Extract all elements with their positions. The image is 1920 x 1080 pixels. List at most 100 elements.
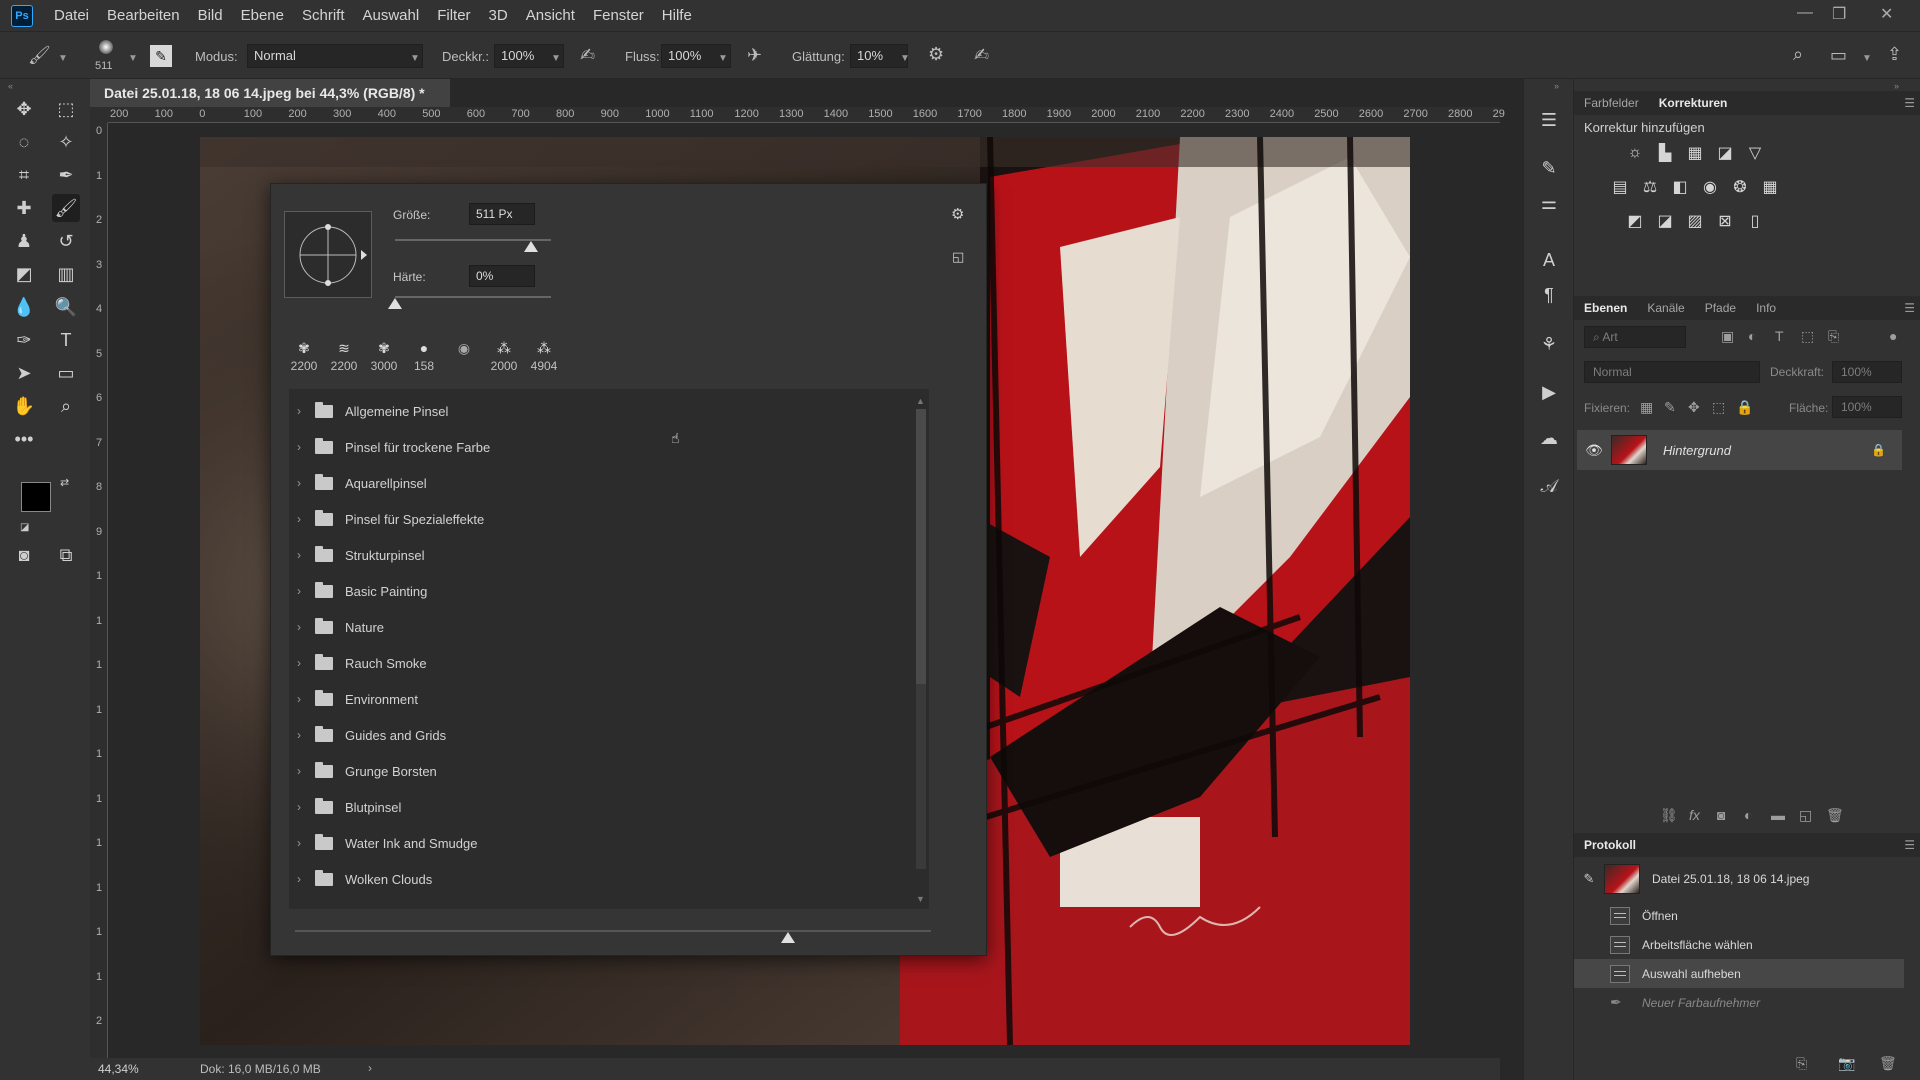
new-preset-icon[interactable]: ◱ <box>952 249 964 265</box>
layer-row-hintergrund[interactable]: 👁 Hintergrund 🔒 <box>1577 430 1902 470</box>
menu-datei[interactable]: Datei <box>45 7 98 24</box>
chevron-down-icon[interactable]: ▼ <box>718 53 728 64</box>
stamp-tool-icon[interactable]: ♟ <box>10 227 38 255</box>
filter-smart-icon[interactable]: ⎘ <box>1828 328 1839 345</box>
hardness-slider-track[interactable] <box>395 296 551 298</box>
brush-settings-icon[interactable]: ✎ <box>1536 155 1562 181</box>
chevron-right-icon[interactable]: › <box>289 584 309 598</box>
size-input[interactable]: 511 Px <box>469 203 535 225</box>
eraser-tool-icon[interactable]: ◩ <box>10 260 38 288</box>
brush-settings-toggle-icon[interactable]: ✎ <box>150 45 172 67</box>
layer-opacity-input[interactable]: 100% <box>1832 361 1902 383</box>
collapse-icon[interactable]: » <box>1554 81 1559 91</box>
tab-farbfelder[interactable]: Farbfelder <box>1574 96 1649 110</box>
blend-mode-select[interactable]: Normal <box>1584 361 1760 383</box>
pen-tool-icon[interactable]: ✑ <box>10 326 38 354</box>
brush-folder[interactable]: › Pinsel für trockene Farbe <box>289 429 909 465</box>
posterize-icon[interactable]: ◪ <box>1654 210 1676 232</box>
color-balance-icon[interactable]: ⚖ <box>1639 176 1661 198</box>
brush-folder[interactable]: › Rauch Smoke <box>289 645 909 681</box>
properties-icon[interactable]: ⚌ <box>1536 190 1562 216</box>
chevron-right-icon[interactable]: › <box>289 512 309 526</box>
hue-saturation-icon[interactable]: ▤ <box>1609 176 1631 198</box>
paragraph-icon[interactable]: ¶ <box>1536 282 1562 308</box>
quick-select-tool-icon[interactable]: ✧ <box>52 128 80 156</box>
chevron-right-icon[interactable]: › <box>289 872 309 886</box>
menu-auswahl[interactable]: Auswahl <box>354 7 429 24</box>
hand-tool-icon[interactable]: ✋ <box>10 392 38 420</box>
gear-icon[interactable]: ⚙ <box>928 44 944 65</box>
list-scrollbar[interactable] <box>916 409 926 869</box>
vibrance-icon[interactable]: ▽ <box>1744 142 1766 164</box>
restore-icon[interactable]: ❐ <box>1832 4 1846 24</box>
marquee-tool-icon[interactable]: ⬚ <box>52 95 80 123</box>
brush-folder[interactable]: › Basic Painting <box>289 573 909 609</box>
layer-filter-select[interactable]: ⌕ Art <box>1584 326 1686 348</box>
chevron-right-icon[interactable]: › <box>289 476 309 490</box>
brush-tool-icon[interactable]: 🖌 <box>28 45 51 66</box>
brush-folder[interactable]: › Guides and Grids <box>289 717 909 753</box>
collapse-icon[interactable]: « <box>8 81 13 91</box>
gear-icon[interactable]: ⚙ <box>951 205 964 223</box>
camera-icon[interactable]: 📷 <box>1838 1055 1855 1072</box>
history-snapshot[interactable]: ✎ Datei 25.01.18, 18 06 14.jpeg <box>1574 863 1904 895</box>
preview-size-slider-track[interactable] <box>295 930 931 932</box>
tab-protokoll[interactable]: Protokoll <box>1574 838 1646 852</box>
menu-fenster[interactable]: Fenster <box>584 7 653 24</box>
menu-ansicht[interactable]: Ansicht <box>517 7 584 24</box>
screen-mode-icon[interactable]: ⧉ <box>52 541 80 569</box>
brush-preview-icon[interactable] <box>99 40 113 54</box>
filter-shape-icon[interactable]: ⬚ <box>1801 328 1814 345</box>
collapse-icon[interactable]: » <box>1894 81 1899 91</box>
lock-all-icon[interactable]: 🔒 <box>1736 399 1753 416</box>
hardness-slider-thumb[interactable] <box>388 298 402 309</box>
trash-icon[interactable]: 🗑 <box>1879 1055 1897 1072</box>
share-icon[interactable]: ⇪ <box>1887 44 1902 65</box>
exposure-icon[interactable]: ◪ <box>1714 142 1736 164</box>
preset-brush[interactable]: ≋ 2200 <box>326 337 362 374</box>
trash-icon[interactable]: 🗑 <box>1826 807 1844 824</box>
rectangle-tool-icon[interactable]: ▭ <box>52 359 80 387</box>
history-item[interactable]: ✒ Neuer Farbaufnehmer <box>1574 988 1904 1017</box>
curves-icon[interactable]: ▦ <box>1684 142 1706 164</box>
tab-korrekturen[interactable]: Korrekturen <box>1649 96 1738 110</box>
dodge-tool-icon[interactable]: 🔍 <box>52 293 80 321</box>
chevron-down-icon[interactable]: ▼ <box>128 53 138 64</box>
menu-ebene[interactable]: Ebene <box>232 7 293 24</box>
history-item[interactable]: Auswahl aufheben <box>1574 959 1904 988</box>
default-colors-icon[interactable]: ◪ <box>20 522 29 533</box>
chevron-down-icon[interactable]: ▼ <box>1862 53 1872 64</box>
path-select-tool-icon[interactable]: ➤ <box>10 359 38 387</box>
close-icon[interactable]: ✕ <box>1880 4 1893 24</box>
history-item[interactable]: Öffnen <box>1574 901 1904 930</box>
menu-3d[interactable]: 3D <box>480 7 517 24</box>
lock-image-icon[interactable]: ✎ <box>1664 399 1676 416</box>
preset-brush[interactable]: ✾ 2200 <box>286 337 322 374</box>
menu-schrift[interactable]: Schrift <box>293 7 354 24</box>
preset-brush[interactable]: ⁂ 4904 <box>526 337 562 374</box>
new-layer-icon[interactable]: ◱ <box>1799 807 1812 824</box>
workspace-icon[interactable]: ▭ <box>1830 45 1847 66</box>
pressure-size-icon[interactable]: ✍ <box>974 45 989 66</box>
photoshop-logo-icon[interactable]: Ps <box>11 4 33 27</box>
lock-icon[interactable]: 🔒 <box>1871 443 1886 457</box>
chevron-right-icon[interactable]: › <box>368 1061 372 1075</box>
document-tab[interactable]: Datei 25.01.18, 18 06 14.jpeg bei 44,3% … <box>90 79 450 107</box>
creative-cloud-icon[interactable]: ☁ <box>1536 425 1562 451</box>
scroll-down-icon[interactable]: ▼ <box>916 894 925 904</box>
menu-bild[interactable]: Bild <box>189 7 232 24</box>
brightness-icon[interactable]: ☼ <box>1624 142 1646 164</box>
levels-icon[interactable]: ▙ <box>1654 142 1676 164</box>
search-icon[interactable]: ⌕ <box>1793 44 1803 65</box>
black-white-icon[interactable]: ◧ <box>1669 176 1691 198</box>
ruler-origin[interactable] <box>90 107 108 123</box>
new-document-icon[interactable]: ⎘ <box>1796 1055 1807 1072</box>
fill-input[interactable]: 100% <box>1832 396 1902 418</box>
tab-ebenen[interactable]: Ebenen <box>1574 301 1637 315</box>
blur-tool-icon[interactable]: 💧 <box>10 293 38 321</box>
brush-tool-icon[interactable]: 🖌 <box>52 194 80 222</box>
brush-folder[interactable]: › Grunge Borsten <box>289 753 909 789</box>
zoom-tool-icon[interactable]: ⌕ <box>52 392 80 420</box>
history-brush-tool-icon[interactable]: ↺ <box>52 227 80 255</box>
hardness-input[interactable]: 0% <box>469 265 535 287</box>
